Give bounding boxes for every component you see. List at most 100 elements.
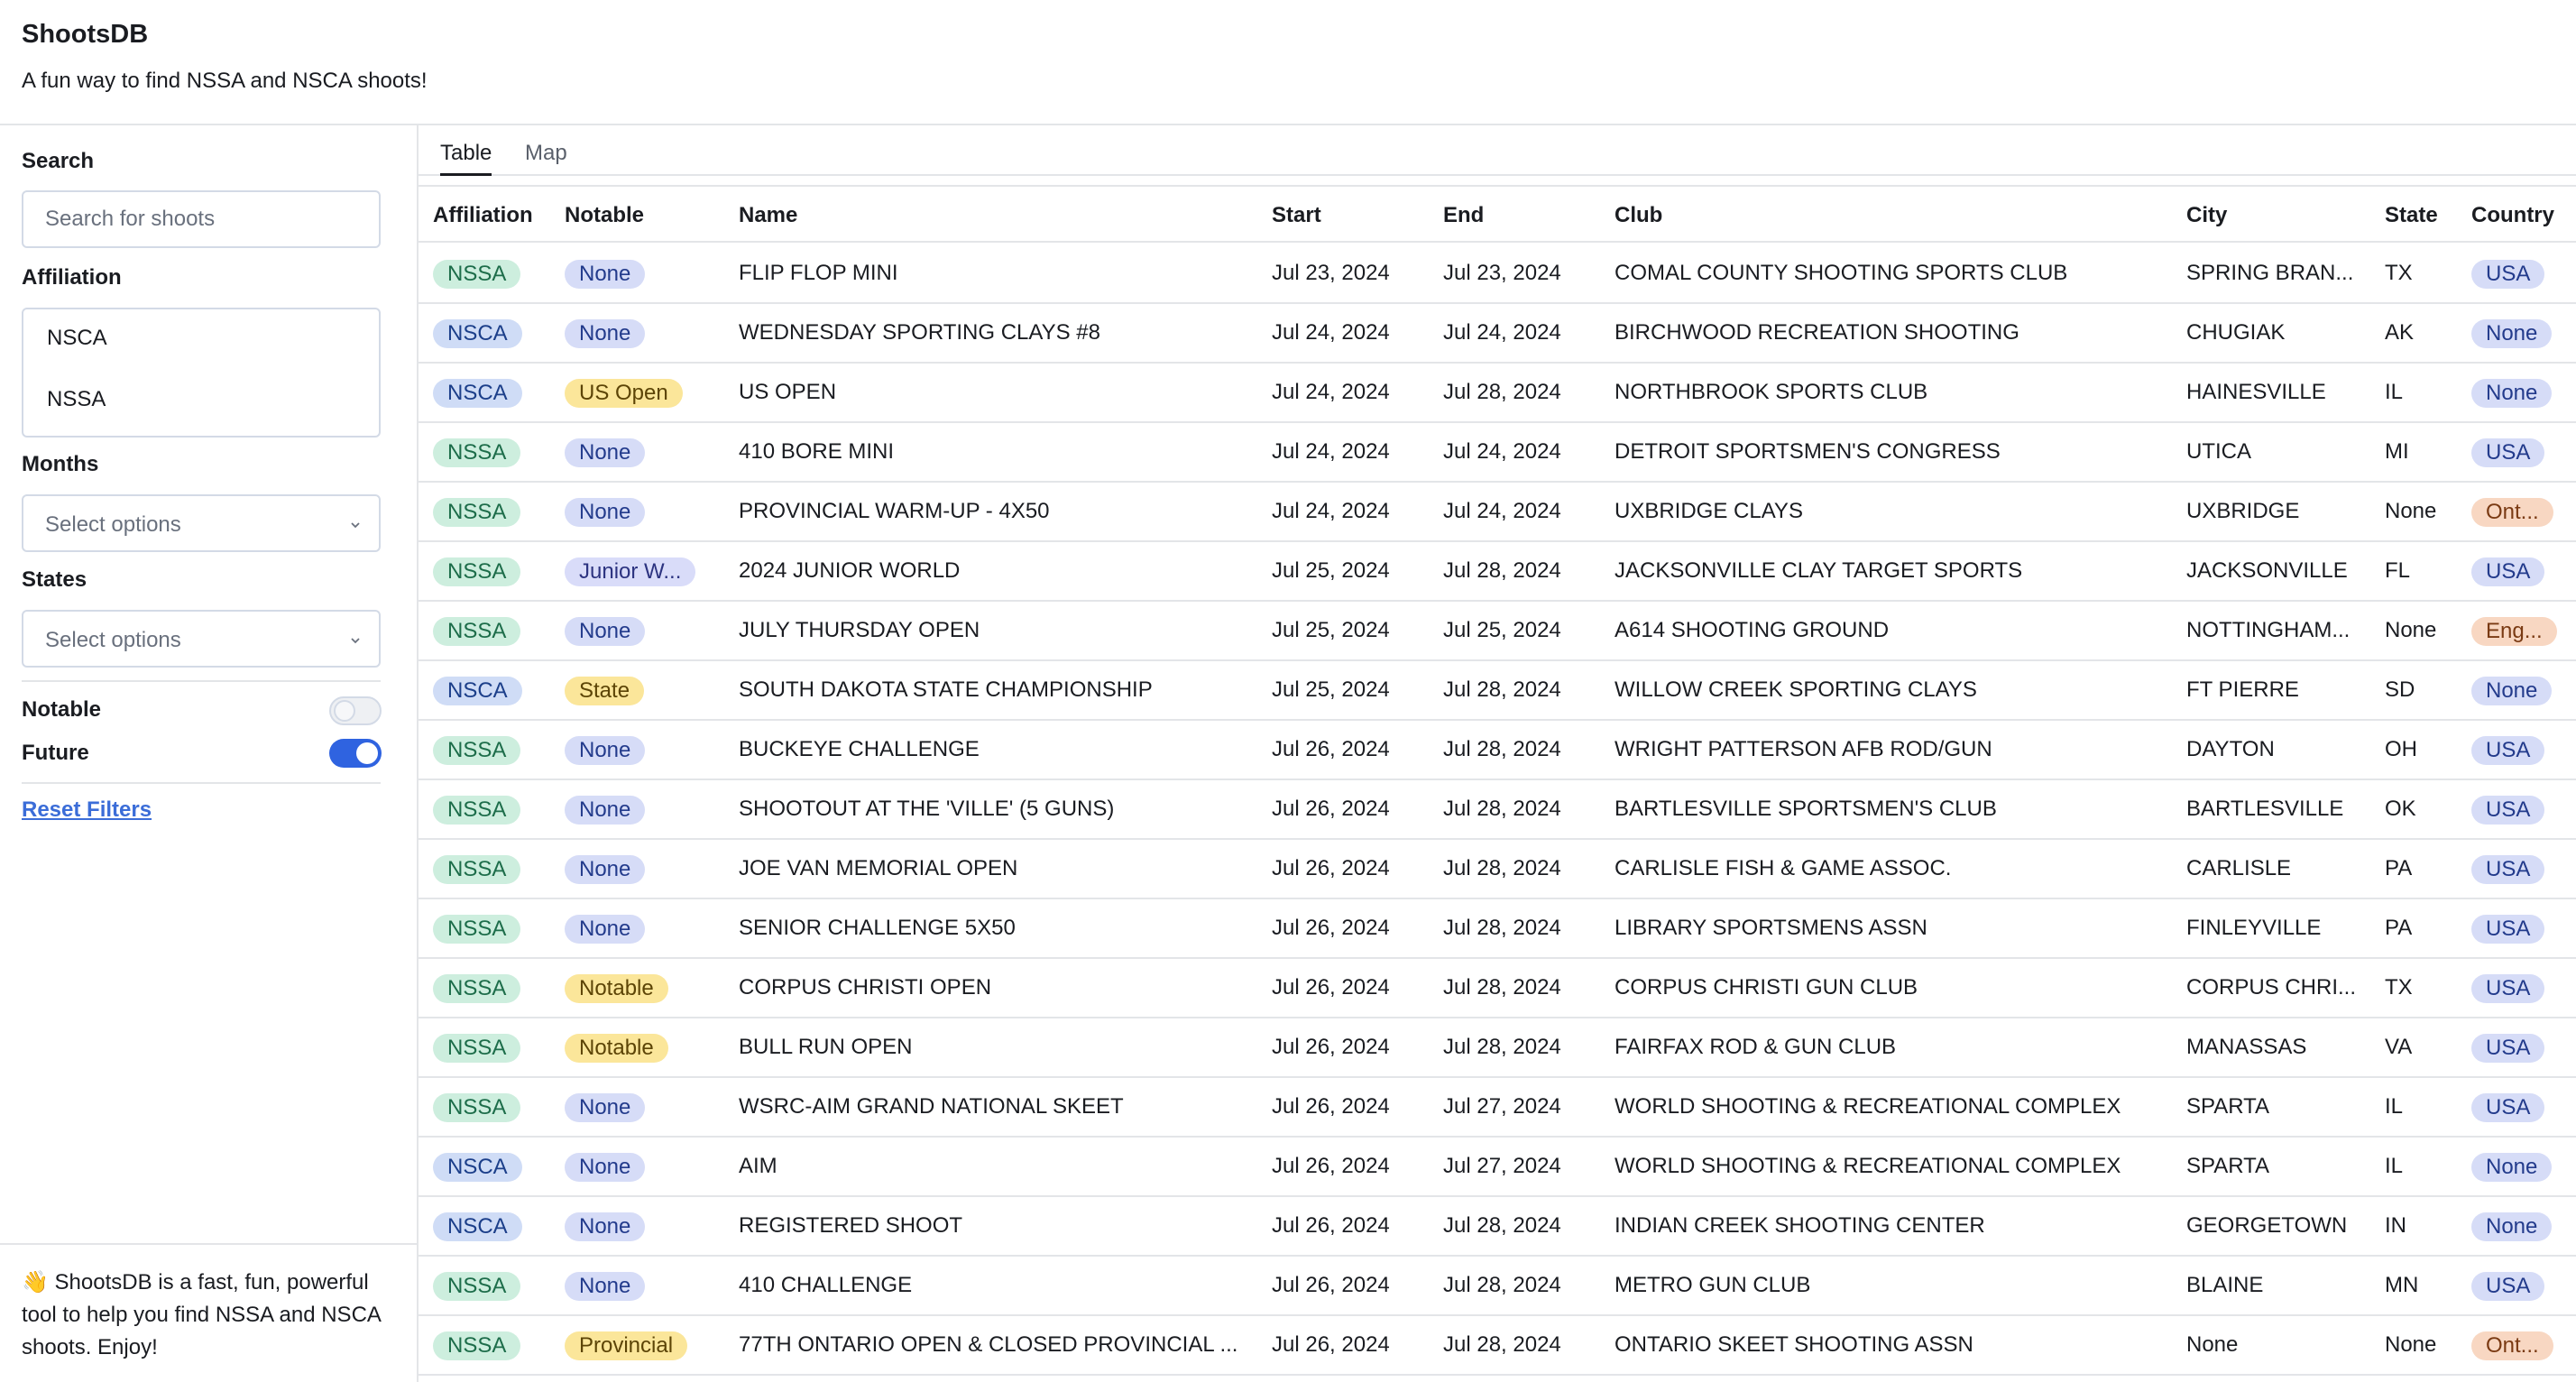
search-input[interactable]	[22, 190, 381, 248]
country-badge: USA	[2471, 914, 2545, 944]
table-row[interactable]: NSSA None JOE VAN MEMORIAL OPEN Jul 26, 202…	[419, 840, 2576, 899]
table-row[interactable]: NSCA None AIM Jul 26, 2024 Jul 27, 2024 WORLD…	[419, 1138, 2576, 1197]
affiliation-badge: NSSA	[433, 1271, 521, 1301]
affiliation-badge: NSSA	[433, 795, 521, 825]
cell-state: IL	[2385, 1154, 2404, 1178]
cell-state: None	[2385, 499, 2437, 523]
affiliation-option-nsca[interactable]: NSCA	[47, 326, 107, 351]
table-row[interactable]: NSSA None 410 CHALLENGE Jul 26, 2024 Jul 28,…	[419, 1257, 2576, 1316]
cell-club: BIRCHWOOD RECREATION SHOOTING	[1615, 320, 2019, 345]
table-row[interactable]: NSSA None FLIP FLOP MINI Jul 23, 2024 Jul 23…	[419, 244, 2576, 304]
table-row[interactable]: NSSA None SENIOR CHALLENGE 5X50 Jul 26, 202…	[419, 899, 2576, 959]
cell-start: Jul 25, 2024	[1272, 618, 1390, 642]
cell-affiliation: NSCA	[433, 1138, 559, 1195]
cell-club: NORTHBROOK SPORTS CLUB	[1615, 380, 1928, 404]
cell-affiliation: NSCA	[433, 661, 559, 719]
cell-country: USA	[2471, 1257, 2576, 1314]
cell-country: USA	[2471, 840, 2576, 898]
table-row[interactable]: NSSA Notable CORPUS CHRISTI OPEN Jul 26, 20…	[419, 959, 2576, 1018]
country-badge: USA	[2471, 795, 2545, 825]
cell-club: WORLD SHOOTING & RECREATIONAL COMPLEX	[1615, 1094, 2121, 1119]
table-row[interactable]: NSSA None WSRC-AIM GRAND NATIONAL SKEET Jul…	[419, 1078, 2576, 1138]
cell-notable: None	[565, 899, 736, 957]
cell-affiliation: NSCA	[433, 304, 559, 362]
column-header-state[interactable]: State	[2385, 187, 2466, 244]
cell-end: Jul 28, 2024	[1443, 1213, 1561, 1238]
future-toggle[interactable]	[329, 739, 382, 768]
cell-notable: None	[565, 244, 736, 302]
reset-filters-link[interactable]: Reset Filters	[22, 797, 152, 823]
table-row[interactable]: NSCA None REGISTERED SHOOT Jul 26, 2024 Jul …	[419, 1197, 2576, 1257]
cell-name: 2024 JUNIOR WORLD	[739, 558, 961, 583]
column-header-affiliation[interactable]: Affiliation	[433, 187, 559, 244]
affiliation-badge: NSSA	[433, 973, 521, 1003]
toggle-knob	[334, 700, 355, 722]
column-header-club[interactable]: Club	[1615, 187, 2174, 244]
country-badge: Eng...	[2471, 616, 2557, 646]
view-tabs: Table Map	[419, 125, 2576, 176]
column-header-name[interactable]: Name	[739, 187, 1262, 244]
column-header-city[interactable]: City	[2186, 187, 2376, 244]
cell-start: Jul 26, 2024	[1272, 1035, 1390, 1059]
months-select[interactable]: Select options	[22, 494, 381, 552]
column-header-country[interactable]: Country	[2471, 187, 2576, 244]
country-badge: USA	[2471, 735, 2545, 765]
cell-club: WILLOW CREEK SPORTING CLAYS	[1615, 677, 1977, 702]
affiliation-badge: NSCA	[433, 378, 522, 408]
cell-club: CORPUS CHRISTI GUN CLUB	[1615, 975, 1918, 1000]
toggle-knob	[356, 742, 378, 764]
cell-notable: Junior W...	[565, 542, 736, 600]
cell-notable: Notable	[565, 959, 736, 1017]
affiliation-badge: NSCA	[433, 318, 522, 348]
column-header-end[interactable]: End	[1443, 187, 1605, 244]
table-row[interactable]: NSSA None 410 BORE MINI Jul 24, 2024 Jul 24,…	[419, 423, 2576, 483]
table-row[interactable]: NSSA None BUCKEYE CHALLENGE Jul 26, 2024 Jul…	[419, 721, 2576, 780]
notable-toggle[interactable]	[329, 696, 382, 725]
notable-badge: None	[565, 914, 646, 944]
cell-notable: None	[565, 602, 736, 659]
table-row[interactable]: NSSA None SHOOTOUT AT THE 'VILLE' (5 GUNS)…	[419, 780, 2576, 840]
cell-affiliation: NSSA	[433, 780, 559, 838]
cell-name: SHOOTOUT AT THE 'VILLE' (5 GUNS)	[739, 797, 1115, 821]
cell-notable: None	[565, 304, 736, 362]
country-badge: USA	[2471, 557, 2545, 586]
cell-city: GEORGETOWN	[2186, 1213, 2348, 1238]
states-select[interactable]: Select options	[22, 610, 381, 668]
table-row[interactable]: NSSA None JULY THURSDAY OPEN Jul 25, 2024 Ju…	[419, 602, 2576, 661]
table-row[interactable]: NSCA US Open US OPEN Jul 24, 2024 Jul 28, 20…	[419, 364, 2576, 423]
affiliation-option-nssa[interactable]: NSSA	[47, 387, 106, 412]
notable-badge: None	[565, 318, 646, 348]
cell-end: Jul 25, 2024	[1443, 618, 1561, 642]
column-header-start[interactable]: Start	[1272, 187, 1434, 244]
cell-name: FLIP FLOP MINI	[739, 261, 898, 285]
tab-table[interactable]: Table	[440, 141, 492, 176]
cell-city: SPRING BRAN...	[2186, 261, 2354, 285]
notable-badge: None	[565, 1212, 646, 1241]
table-row[interactable]: NSSA None PROVINCIAL WARM-UP - 4X50 Jul 24,…	[419, 483, 2576, 542]
cell-start: Jul 26, 2024	[1272, 975, 1390, 1000]
affiliation-badge: NSSA	[433, 1092, 521, 1122]
cell-name: 410 BORE MINI	[739, 439, 895, 464]
cell-affiliation: NSSA	[433, 244, 559, 302]
column-header-notable[interactable]: Notable	[565, 187, 736, 244]
affiliation-badge: NSSA	[433, 854, 521, 884]
cell-club: COMAL COUNTY SHOOTING SPORTS CLUB	[1615, 261, 2068, 285]
search-label: Search	[22, 149, 95, 173]
cell-name: JULY THURSDAY OPEN	[739, 618, 980, 642]
notable-badge: None	[565, 497, 646, 527]
cell-state: IL	[2385, 380, 2404, 404]
cell-city: BARTLESVILLE	[2186, 797, 2344, 821]
table-row[interactable]: NSCA State SOUTH DAKOTA STATE CHAMPIONSHIP…	[419, 661, 2576, 721]
notable-badge: None	[565, 795, 646, 825]
sidebar: Search Affiliation NSCA NSSA Months Sele…	[0, 125, 419, 1382]
affiliation-listbox[interactable]: NSCA NSSA	[22, 308, 381, 438]
notable-badge: None	[565, 1092, 646, 1122]
chevron-down-icon	[351, 638, 360, 644]
tab-map[interactable]: Map	[525, 141, 567, 166]
table-row[interactable]: NSSA Notable BULL RUN OPEN Jul 26, 2024 Jul …	[419, 1018, 2576, 1078]
table-row[interactable]: NSSA Provincial 77TH ONTARIO OPEN & CLOSED…	[419, 1316, 2576, 1376]
table-row[interactable]: NSSA Junior W... 2024 JUNIOR WORLD Jul 25, …	[419, 542, 2576, 602]
country-badge: USA	[2471, 1092, 2545, 1122]
table-row[interactable]: NSCA None WEDNESDAY SPORTING CLAYS #8 Jul 2…	[419, 304, 2576, 364]
cell-start: Jul 26, 2024	[1272, 1273, 1390, 1297]
